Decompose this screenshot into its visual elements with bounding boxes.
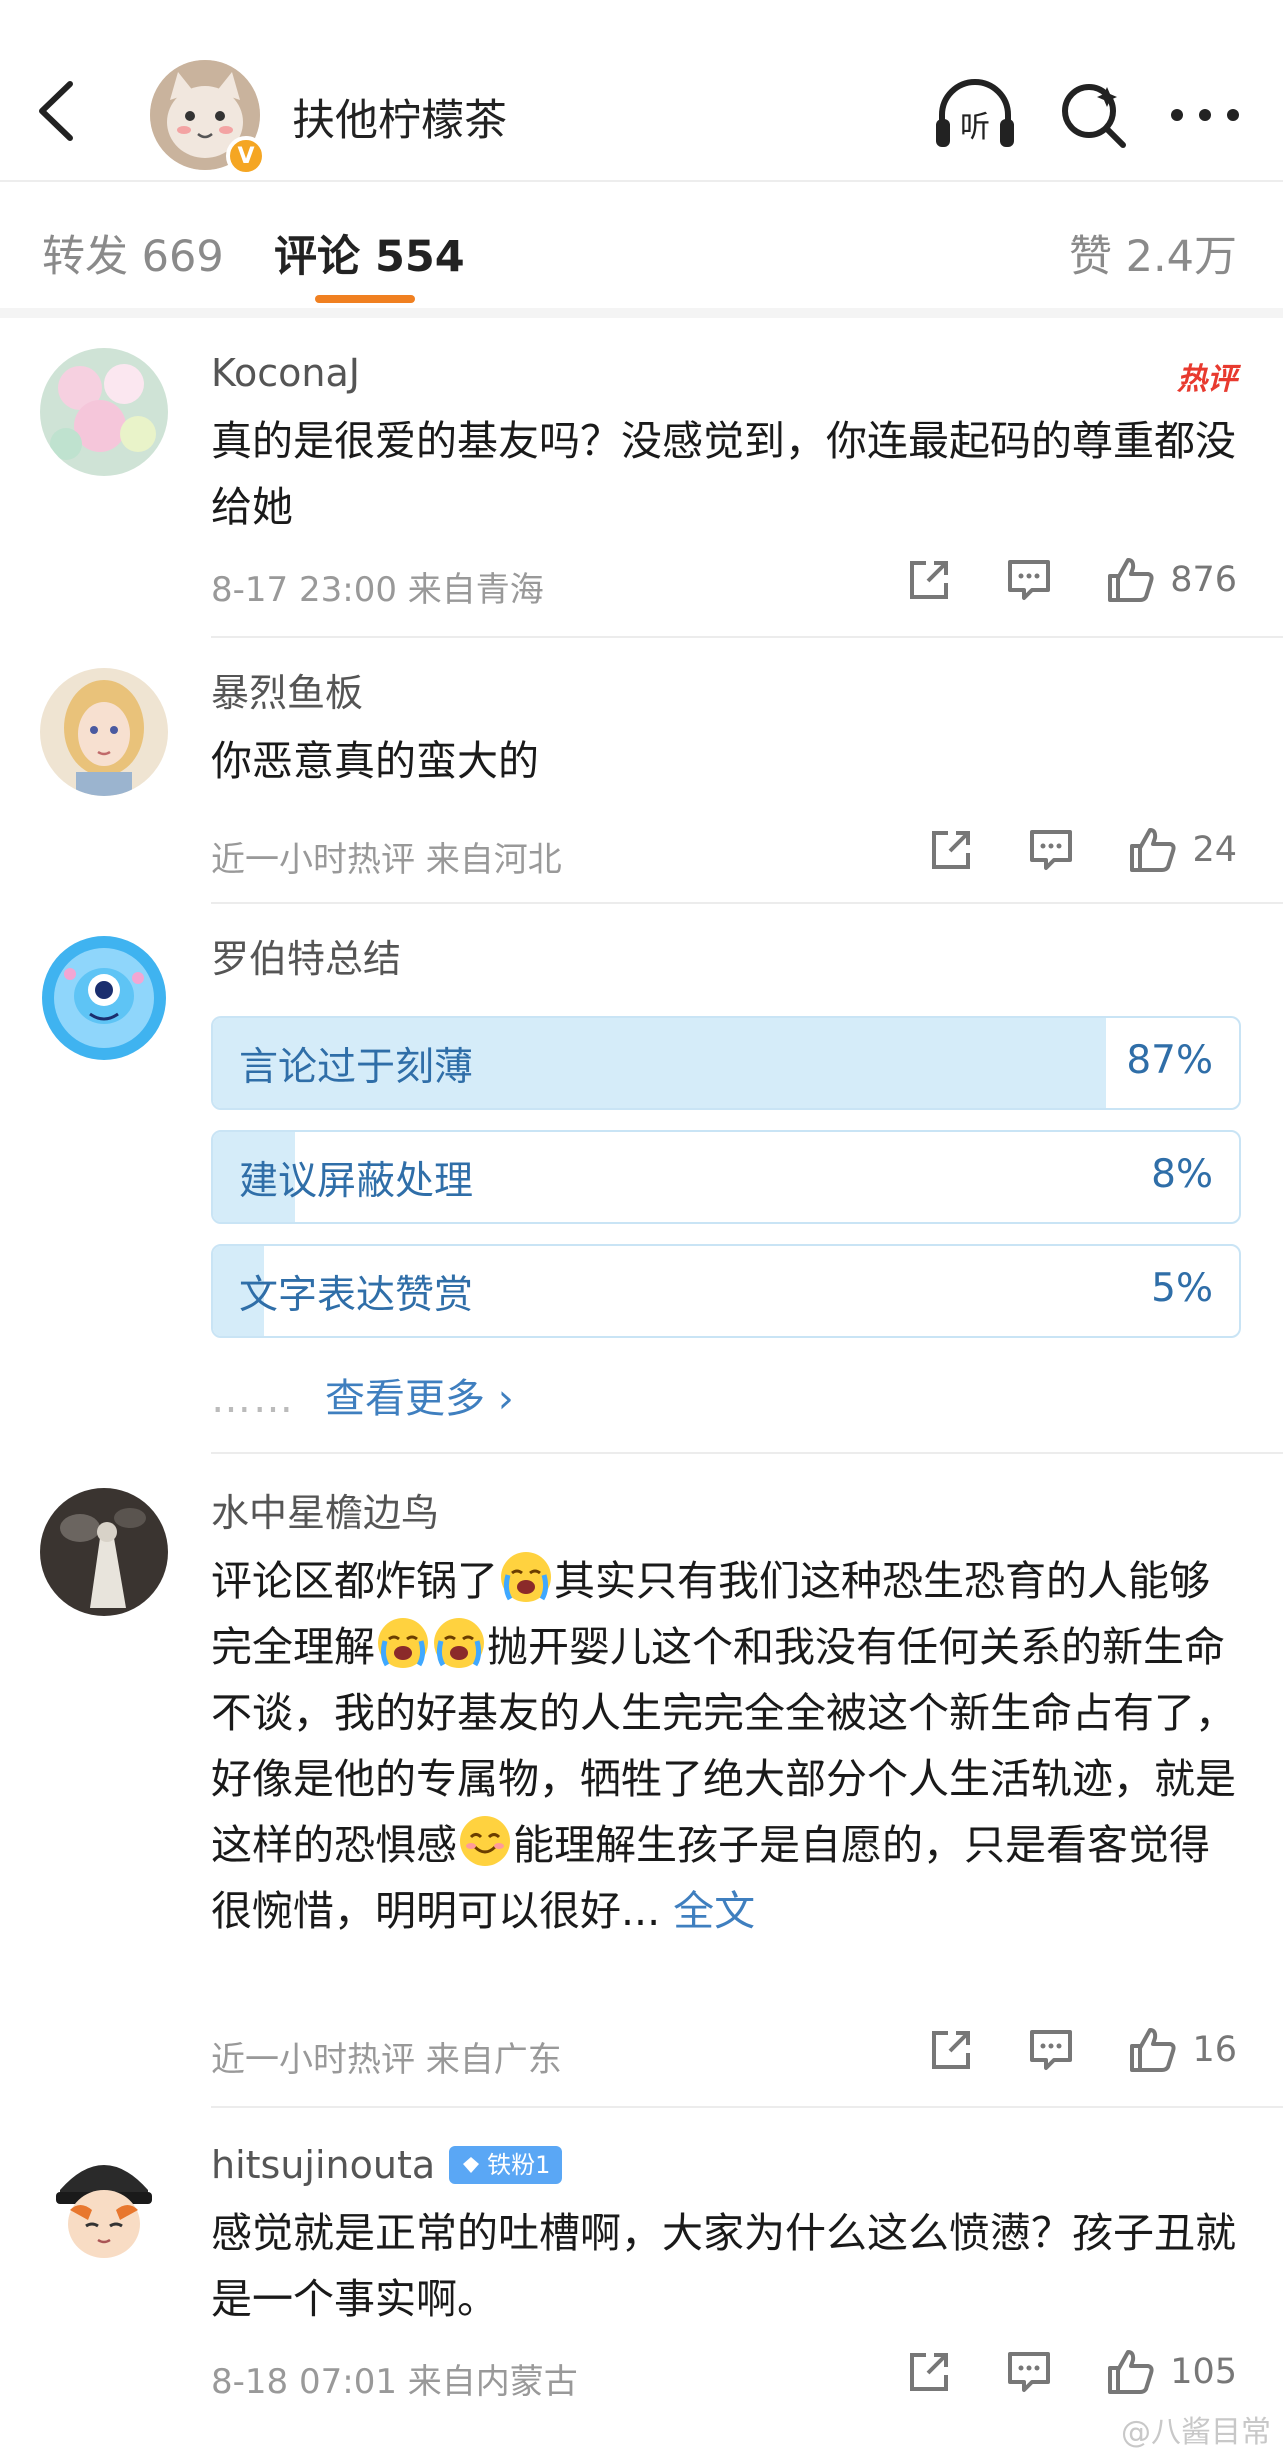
like-count: 105 bbox=[1170, 2352, 1237, 2392]
avatar[interactable] bbox=[40, 934, 168, 1062]
reply-button[interactable] bbox=[1028, 2028, 1074, 2072]
comment-username[interactable]: 罗伯特总结 bbox=[211, 932, 1237, 986]
poll-option-label: 建议屏蔽处理 bbox=[239, 1159, 474, 1204]
comment-icon bbox=[1008, 560, 1051, 600]
back-icon bbox=[39, 81, 73, 141]
diamond-icon bbox=[463, 2157, 480, 2173]
comment-meta: 近一小时热评 来自广东 bbox=[211, 2040, 562, 2080]
reply-button[interactable] bbox=[1028, 828, 1074, 872]
comment-text-part: 评论区都炸锅了 bbox=[211, 1557, 498, 1605]
poll-option-percent: 5% bbox=[1151, 1266, 1213, 1311]
poll-option[interactable]: 文字表达赞赏 5% bbox=[211, 1244, 1241, 1338]
avatar[interactable] bbox=[40, 348, 168, 476]
share-button[interactable] bbox=[906, 557, 952, 603]
like-count: 24 bbox=[1192, 830, 1237, 870]
tab-comments[interactable]: 评论 554 bbox=[274, 222, 465, 284]
avatar[interactable] bbox=[40, 1488, 168, 1616]
share-icon bbox=[932, 2031, 971, 2069]
thumbs-up-icon bbox=[1130, 2028, 1177, 2072]
verified-badge: V bbox=[226, 136, 266, 176]
account-avatar[interactable]: V bbox=[150, 60, 266, 176]
poll-option-label: 文字表达赞赏 bbox=[239, 1273, 474, 1318]
smile-emoji-icon bbox=[460, 1816, 510, 1866]
more-dots: …… bbox=[211, 1376, 295, 1422]
share-icon bbox=[910, 561, 949, 599]
crying-emoji-icon bbox=[378, 1618, 428, 1668]
full-text-link[interactable]: 全文 bbox=[673, 1887, 755, 1935]
comment-meta: 近一小时热评 来自河北 bbox=[211, 840, 562, 880]
crying-emoji-icon bbox=[501, 1552, 551, 1602]
view-more-link[interactable]: …… 查看更多 › bbox=[211, 1366, 514, 1424]
poll-option-percent: 87% bbox=[1126, 1038, 1213, 1083]
search-button[interactable] bbox=[1048, 70, 1138, 160]
poll-option[interactable]: 建议屏蔽处理 8% bbox=[211, 1130, 1241, 1224]
tab-likes[interactable]: 赞 2.4万 bbox=[1069, 222, 1237, 284]
share-icon bbox=[910, 2353, 949, 2391]
comment-text: 评论区都炸锅了 其实只有我们这种恐生恐育的人能够完全理解 抛开婴儿这个和我没有任何关… bbox=[211, 1548, 1237, 1944]
thumbs-up-icon bbox=[1130, 828, 1177, 872]
like-button[interactable]: 876 bbox=[1106, 556, 1237, 604]
view-more-label: 查看更多 › bbox=[325, 1376, 514, 1422]
more-button[interactable] bbox=[1160, 70, 1250, 160]
back-button[interactable] bbox=[30, 76, 80, 146]
headphone-listen-icon: 听 bbox=[936, 79, 1014, 147]
share-icon bbox=[932, 831, 971, 869]
like-button[interactable]: 105 bbox=[1106, 2348, 1237, 2396]
comment-icon bbox=[1008, 2352, 1051, 2392]
share-button[interactable] bbox=[928, 827, 974, 873]
fan-badge-label: 铁粉1 bbox=[487, 2151, 551, 2179]
tab-bar: 转发 669 评论 554 赞 2.4万 bbox=[0, 180, 1283, 308]
comment-icon bbox=[1030, 2030, 1073, 2070]
crying-emoji-icon bbox=[434, 1618, 484, 1668]
reply-button[interactable] bbox=[1006, 2350, 1052, 2394]
comment-username[interactable]: 暴烈鱼板 bbox=[211, 666, 1237, 720]
username-text: hitsujinouta bbox=[211, 2143, 436, 2187]
comment-meta: 8-18 07:01 来自内蒙古 bbox=[211, 2362, 578, 2402]
like-count: 876 bbox=[1170, 560, 1237, 600]
comment-username[interactable]: hitsujinouta 铁粉1 bbox=[211, 2138, 1237, 2192]
comment-username[interactable]: KoconaJ bbox=[211, 346, 1237, 400]
section-divider bbox=[0, 308, 1283, 318]
listen-label: 听 bbox=[960, 110, 990, 145]
share-button[interactable] bbox=[906, 2349, 952, 2395]
poll-result: 言论过于刻薄 87% 建议屏蔽处理 8% 文字表达赞赏 5% bbox=[211, 1016, 1241, 1358]
comment-divider bbox=[211, 2106, 1283, 2108]
like-button[interactable]: 24 bbox=[1128, 826, 1237, 874]
comment-text: 真的是很爱的基友吗？没感觉到，你连最起码的尊重都没给她 bbox=[211, 417, 1236, 531]
avatar[interactable] bbox=[40, 2140, 168, 2268]
header-bar: V 扶他柠檬茶 听 bbox=[0, 0, 1283, 178]
comment-divider bbox=[211, 636, 1283, 638]
comment-icon bbox=[1030, 830, 1073, 870]
comment-divider bbox=[211, 902, 1283, 904]
listen-button[interactable]: 听 bbox=[930, 70, 1020, 160]
poll-option[interactable]: 言论过于刻薄 87% bbox=[211, 1016, 1241, 1110]
thumbs-up-icon bbox=[1108, 558, 1154, 602]
hot-comment-badge: 热评 bbox=[1177, 362, 1237, 397]
fan-level-badge: 铁粉1 bbox=[449, 2146, 563, 2184]
comment-text: 你恶意真的蛮大的 bbox=[211, 737, 539, 785]
poll-option-percent: 8% bbox=[1151, 1152, 1213, 1197]
poll-option-label: 言论过于刻薄 bbox=[239, 1045, 474, 1090]
search-icon bbox=[1062, 84, 1126, 148]
more-icon bbox=[1171, 109, 1239, 121]
share-button[interactable] bbox=[928, 2027, 974, 2073]
thumbs-up-icon bbox=[1108, 2350, 1154, 2394]
like-button[interactable]: 16 bbox=[1128, 2026, 1237, 2074]
watermark: @八酱目常 bbox=[1121, 2415, 1271, 2450]
comment-divider bbox=[211, 1452, 1283, 1454]
comment-username[interactable]: 水中星檐边鸟 bbox=[211, 1486, 1237, 1540]
reply-button[interactable] bbox=[1006, 558, 1052, 602]
avatar[interactable] bbox=[40, 668, 168, 796]
comment-meta: 8-17 23:00 来自青海 bbox=[211, 570, 544, 610]
active-tab-indicator bbox=[315, 295, 415, 303]
tab-repost[interactable]: 转发 669 bbox=[42, 222, 224, 284]
account-name[interactable]: 扶他柠檬茶 bbox=[292, 86, 507, 148]
like-count: 16 bbox=[1192, 2030, 1237, 2070]
comment-text: 感觉就是正常的吐槽啊，大家为什么这么愤懑？孩子丑就是一个事实啊。 bbox=[211, 2209, 1236, 2323]
